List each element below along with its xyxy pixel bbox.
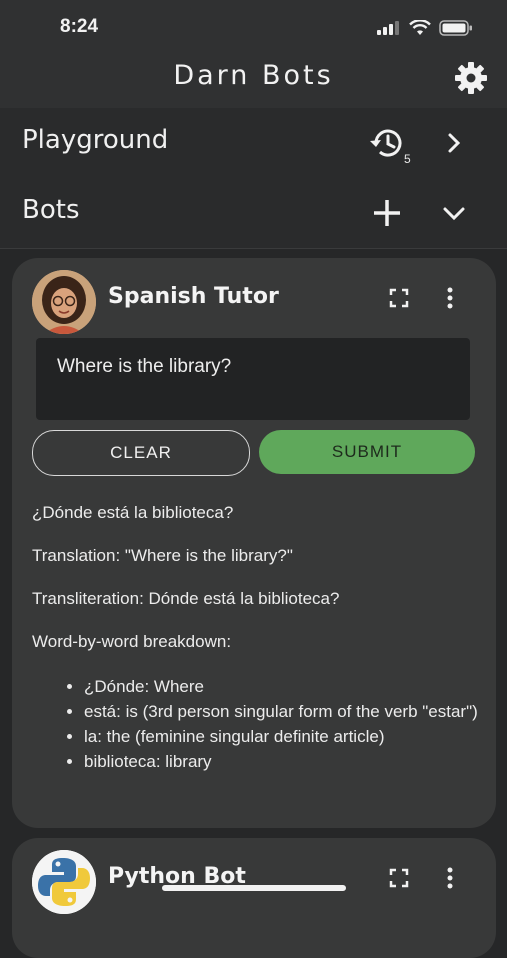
response-line: Transliteration: Dónde está la bibliotec… — [32, 589, 340, 608]
signal-icon — [377, 21, 399, 35]
breakdown-list: ¿Dónde: Where está: is (3rd person singu… — [32, 674, 482, 774]
chevron-right-icon — [448, 133, 461, 153]
more-vertical-icon — [447, 867, 453, 889]
list-item: biblioteca: library — [84, 749, 482, 774]
home-indicator[interactable] — [162, 885, 346, 891]
response-line: Word-by-word breakdown: — [32, 632, 232, 651]
history-icon — [370, 129, 402, 157]
prompt-text[interactable]: Where is the library? — [57, 356, 231, 378]
python-logo-icon — [32, 850, 96, 914]
submit-button[interactable]: SUBMIT — [259, 430, 475, 474]
prompt-input[interactable]: Where is the library? — [36, 338, 470, 420]
gear-icon — [455, 62, 487, 94]
playground-label: Playground — [22, 125, 169, 155]
response-line: ¿Dónde está la biblioteca? — [32, 503, 234, 522]
history-button[interactable]: 5 — [366, 122, 411, 166]
more-vertical-icon — [447, 287, 453, 309]
clear-button[interactable]: CLEAR — [32, 430, 250, 476]
expand-button[interactable] — [385, 284, 413, 312]
python-bot-avatar — [32, 850, 96, 914]
list-item: ¿Dónde: Where — [84, 674, 482, 699]
status-icons — [377, 20, 473, 36]
response-line: Translation: "Where is the library?" — [32, 546, 293, 565]
expand-button[interactable] — [385, 864, 413, 892]
add-bot-button[interactable] — [366, 192, 408, 234]
status-bar: 8:24 — [0, 0, 507, 56]
list-item: está: is (3rd person singular form of th… — [84, 699, 482, 724]
bot-card-python-bot: Python Bot — [12, 838, 496, 958]
bot-response: ¿Dónde está la biblioteca? Translation: … — [32, 502, 482, 774]
bot-name: Spanish Tutor — [108, 284, 279, 309]
chevron-down-icon — [443, 207, 465, 221]
bot-menu-button[interactable] — [436, 864, 464, 892]
wifi-icon — [409, 20, 431, 35]
playground-open-button[interactable] — [433, 122, 475, 164]
plus-icon — [374, 200, 400, 226]
settings-button[interactable] — [451, 58, 491, 98]
bots-collapse-button[interactable] — [433, 192, 475, 234]
fullscreen-icon — [389, 868, 409, 888]
app-title: Darn Bots — [173, 60, 334, 91]
battery-icon — [439, 20, 472, 36]
playground-row[interactable]: Playground 5 — [0, 108, 507, 179]
bot-card-spanish-tutor: Spanish Tutor Where is the library? CLEA… — [12, 258, 496, 828]
fullscreen-icon — [389, 288, 409, 308]
app-header: Darn Bots — [0, 56, 507, 108]
status-time: 8:24 — [60, 16, 99, 37]
history-count-badge: 5 — [404, 152, 411, 166]
bot-menu-button[interactable] — [436, 284, 464, 312]
bots-row: Bots — [0, 178, 507, 249]
bot-avatar — [32, 270, 96, 334]
list-item: la: the (feminine singular definite arti… — [84, 724, 482, 749]
bots-label: Bots — [22, 195, 80, 225]
